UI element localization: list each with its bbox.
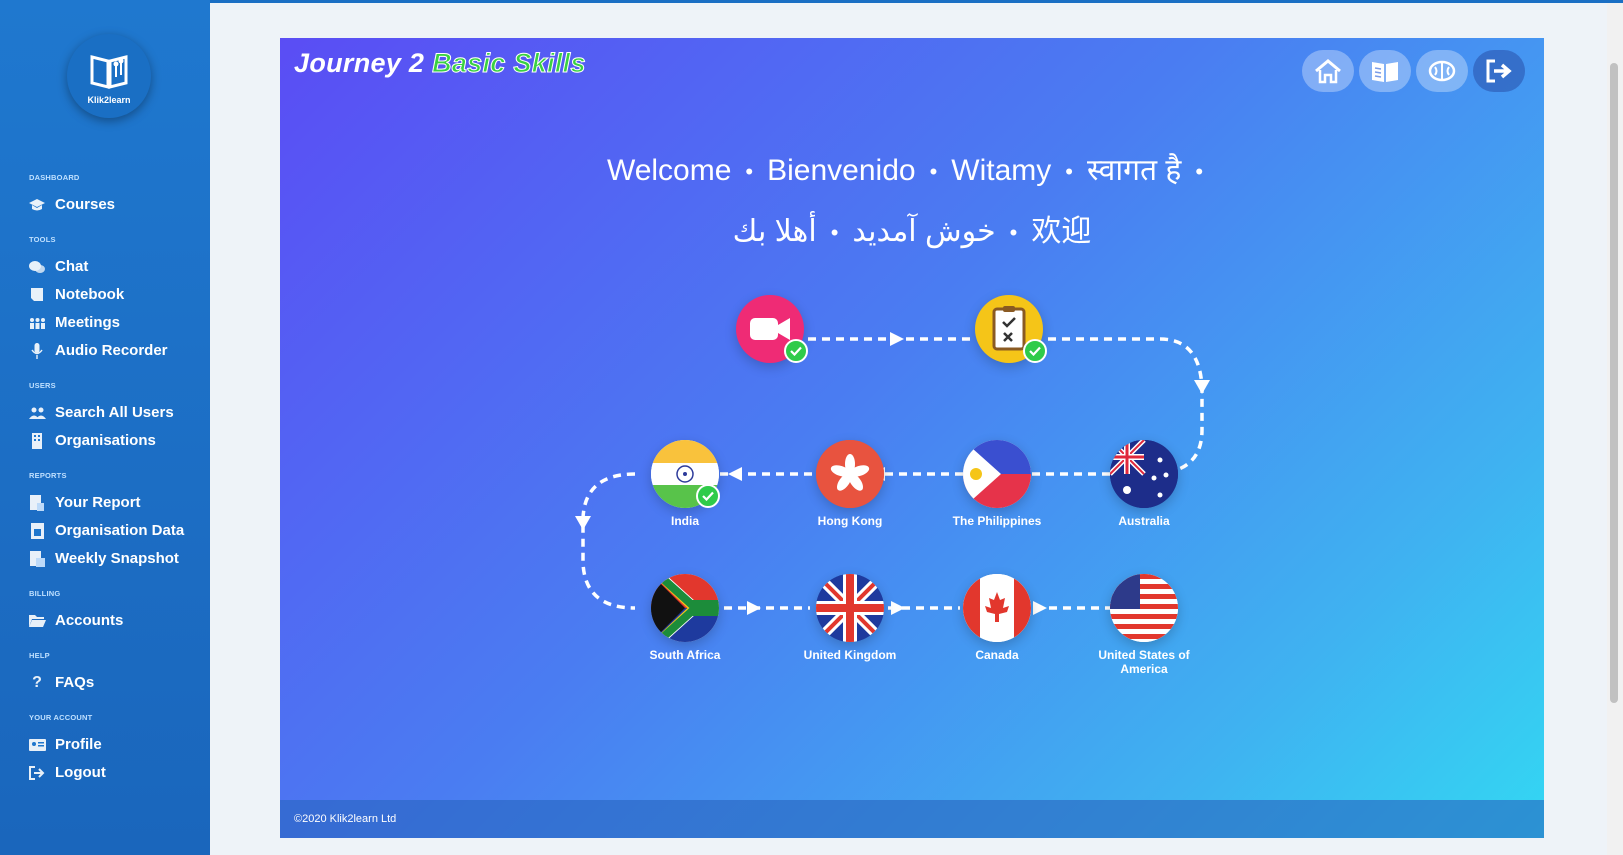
sidebar-item-label: Meetings [55, 314, 121, 331]
id-card-icon [28, 737, 46, 753]
sidebar-item-weekly-snapshot[interactable]: Weekly Snapshot [28, 550, 179, 567]
logo-text: Klik2learn [87, 95, 131, 105]
journey-panel: Journey 2 Basic Skills Welcome • Bienvenid… [280, 38, 1544, 838]
country-label: South Africa [649, 648, 721, 662]
country-label: United States of America [1098, 648, 1190, 676]
sidebar-item-label: Profile [55, 736, 102, 753]
sidebar-item-label: Notebook [55, 286, 125, 303]
sidebar-item-label: Your Report [55, 494, 141, 511]
book-logo-icon [90, 55, 128, 89]
australia-flag-icon [1110, 440, 1178, 508]
snapshot-icon [28, 550, 46, 567]
sidebar-item-courses[interactable]: Courses [28, 196, 115, 213]
sidebar-item-accounts[interactable]: Accounts [28, 612, 123, 629]
sidebar-item-logout[interactable]: Logout [28, 764, 106, 781]
philippines-flag-icon [963, 440, 1031, 508]
flag-canada[interactable] [963, 574, 1031, 642]
sidebar-item-search-all-users[interactable]: Search All Users [28, 404, 174, 421]
sidebar-item-label: Organisations [55, 432, 156, 449]
sidebar: Klik2learn DASHBOARD Courses TOOLS Chat … [0, 0, 210, 855]
uk-flag-icon [816, 574, 884, 642]
sidebar-item-audio-recorder[interactable]: Audio Recorder [28, 342, 168, 359]
chat-icon [28, 259, 46, 275]
sidebar-item-label: Search All Users [55, 404, 174, 421]
flag-the-philippines[interactable] [963, 440, 1031, 508]
microphone-icon [28, 342, 46, 359]
sidebar-item-meetings[interactable]: Meetings [28, 314, 120, 331]
country-label: India [670, 514, 699, 528]
sidebar-item-notebook[interactable]: Notebook [28, 286, 124, 303]
south-africa-flag-icon [651, 574, 719, 642]
check-icon [696, 484, 720, 508]
notebook-icon [28, 287, 46, 303]
canada-flag-icon [963, 574, 1031, 642]
sidebar-item-label: Audio Recorder [55, 342, 168, 359]
sidebar-item-chat[interactable]: Chat [28, 258, 88, 275]
section-users: USERS [29, 381, 56, 390]
users-icon [28, 405, 46, 421]
country-label: Hong Kong [817, 514, 883, 528]
section-billing: BILLING [29, 589, 61, 598]
question-icon: ? [32, 673, 42, 691]
page-scrollbar[interactable] [1607, 3, 1623, 855]
sidebar-item-your-report[interactable]: Your Report [28, 494, 141, 511]
klik2learn-logo[interactable]: Klik2learn [67, 34, 151, 118]
usa-flag-icon [1110, 574, 1178, 642]
check-icon [784, 339, 808, 363]
flag-south-africa[interactable] [651, 574, 719, 642]
report-icon [28, 494, 46, 511]
country-label: Canada [975, 648, 1019, 662]
flag-australia[interactable] [1110, 440, 1178, 508]
logout-icon [28, 765, 46, 781]
sidebar-item-faqs[interactable]: ? FAQs [28, 673, 95, 692]
section-reports: REPORTS [29, 471, 67, 480]
panel-footer: ©2020 Klik2learn Ltd [280, 800, 1544, 838]
top-border [210, 0, 1623, 3]
flag-hong-kong[interactable] [816, 440, 884, 508]
sidebar-item-label: Logout [55, 764, 106, 781]
building-icon [28, 432, 46, 449]
meetings-icon [28, 315, 46, 331]
country-label: The Philippines [952, 514, 1042, 528]
section-dashboard: DASHBOARD [29, 173, 80, 182]
country-label: Australia [1118, 514, 1170, 528]
sidebar-item-label: FAQs [55, 674, 95, 691]
sidebar-item-label: Chat [55, 258, 89, 275]
section-tools: TOOLS [29, 235, 56, 244]
sidebar-item-label: Weekly Snapshot [55, 550, 179, 567]
country-label: United Kingdom [803, 648, 897, 662]
check-icon [1023, 339, 1047, 363]
journey-path [575, 332, 1210, 615]
org-data-icon [28, 522, 46, 539]
sidebar-item-organisations[interactable]: Organisations [28, 432, 156, 449]
sidebar-item-label: Courses [55, 196, 116, 213]
sidebar-item-label: Accounts [55, 612, 124, 629]
hong-kong-flag-icon [816, 440, 884, 508]
section-your-account: YOUR ACCOUNT [29, 713, 93, 722]
section-help: HELP [29, 651, 50, 660]
copyright-text: ©2020 Klik2learn Ltd [294, 813, 397, 825]
flag-united-states[interactable] [1110, 574, 1178, 642]
sidebar-item-organisation-data[interactable]: Organisation Data [28, 522, 184, 539]
scrollbar-thumb[interactable] [1610, 63, 1618, 703]
sidebar-item-label: Organisation Data [55, 522, 185, 539]
flag-united-kingdom[interactable] [816, 574, 884, 642]
folder-icon [28, 613, 46, 629]
sidebar-item-profile[interactable]: Profile [28, 736, 102, 753]
graduation-cap-icon [28, 197, 46, 213]
